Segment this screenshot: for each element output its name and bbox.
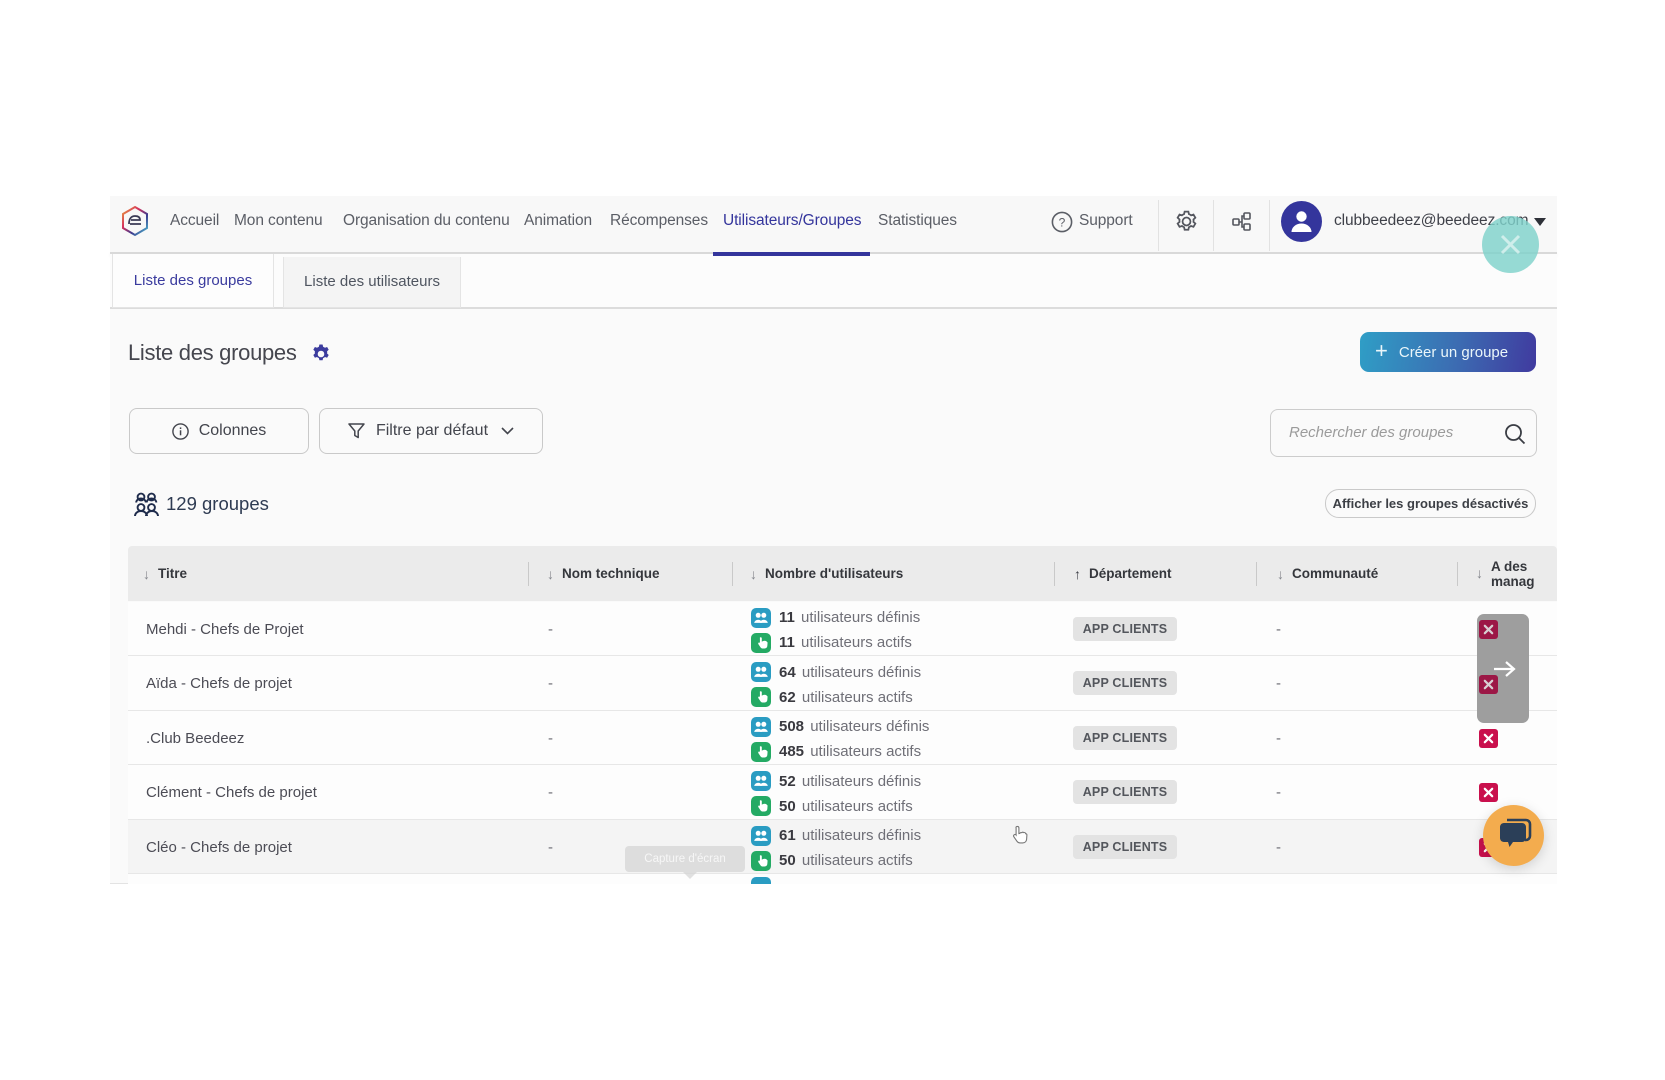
svg-text:?: ?	[1059, 215, 1066, 229]
